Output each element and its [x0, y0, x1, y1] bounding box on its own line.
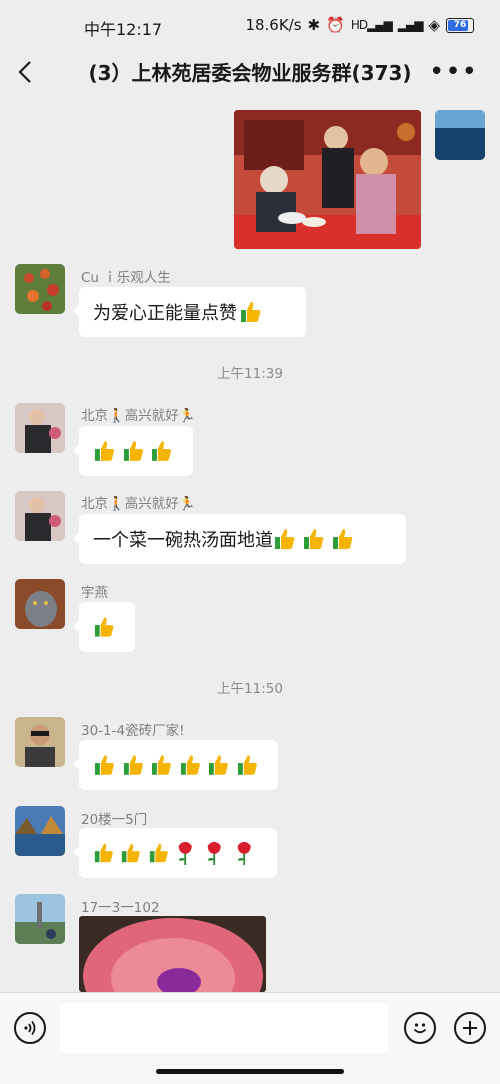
- message-bubble[interactable]: [73, 828, 277, 878]
- thumbs-up-icon: [123, 441, 143, 461]
- avatar[interactable]: [15, 717, 65, 767]
- timestamp: 上午11:50: [217, 681, 283, 697]
- chat-title: (3）上林苑居委会物业服务群(373): [88, 61, 412, 85]
- thumbs-up-icon: [333, 529, 353, 549]
- thumbs-up-icon: [94, 755, 114, 775]
- net-speed: 18.6K/s: [245, 16, 302, 34]
- emoji-button[interactable]: [404, 1012, 436, 1044]
- message-input[interactable]: [60, 1003, 388, 1053]
- message-text: 一个菜一碗热汤面地道: [93, 530, 273, 551]
- thumbs-up-icon: [304, 529, 324, 549]
- thumbs-up-icon: [122, 843, 141, 863]
- plus-icon: [463, 1021, 477, 1035]
- thumbs-up-icon: [208, 755, 228, 775]
- emoji-icon: [413, 1023, 427, 1034]
- avatar[interactable]: [15, 894, 65, 944]
- sender-name: 30-1-4瓷砖厂家!: [81, 723, 185, 739]
- signal-icon-2: ▂▄▆: [397, 18, 424, 32]
- battery-icon: 76: [446, 17, 474, 33]
- status-icons: 18.6K/s ✱ ⏰ HD▂▄▆ ▂▄▆ ◈ 76: [245, 16, 474, 34]
- thumbs-up-icon: [241, 302, 261, 322]
- rose-icon: [207, 841, 221, 866]
- thumbs-up-icon: [152, 441, 172, 461]
- thumbs-up-icon: [149, 843, 168, 863]
- message-text: 为爱心正能量点赞: [93, 303, 237, 324]
- sender-name: 20楼一5门: [81, 812, 148, 828]
- thumbs-up-icon: [275, 529, 295, 549]
- image-message-flower[interactable]: [79, 916, 266, 992]
- wifi-icon: ◈: [428, 16, 440, 34]
- avatar[interactable]: [15, 579, 65, 629]
- more-icon: •••: [428, 57, 478, 87]
- thumbs-up-icon: [180, 755, 200, 775]
- voice-button[interactable]: [14, 1012, 46, 1044]
- image-message-photo[interactable]: [234, 110, 421, 249]
- message-bubble[interactable]: [73, 426, 193, 476]
- thumbs-up-icon: [94, 843, 113, 863]
- status-time: 中午12:17: [84, 20, 163, 39]
- timestamp: 上午11:39: [217, 366, 283, 382]
- message-bubble[interactable]: 一个菜一碗热汤面地道: [73, 514, 406, 564]
- sender-name: 北京🚶高兴就好🏃: [81, 408, 196, 424]
- avatar[interactable]: [15, 264, 65, 314]
- message-bubble[interactable]: 为爱心正能量点赞: [73, 287, 306, 337]
- bluetooth-icon: ✱: [307, 16, 321, 34]
- alarm-icon: ⏰: [326, 16, 345, 34]
- thumbs-up-icon: [123, 755, 143, 775]
- avatar[interactable]: [15, 403, 65, 453]
- voice-icon: [24, 1020, 36, 1036]
- rose-icon: [178, 841, 192, 866]
- thumbs-up-icon: [94, 441, 115, 461]
- message-bubble[interactable]: [73, 740, 278, 790]
- sender-name: Cu ｉ乐观人生: [81, 270, 171, 286]
- self-avatar[interactable]: [435, 110, 485, 160]
- sender-name: 宇燕: [81, 585, 108, 601]
- thumbs-up-icon: [237, 755, 257, 775]
- home-indicator[interactable]: [156, 1069, 344, 1074]
- rose-icon: [237, 841, 251, 866]
- plus-button[interactable]: [454, 1012, 486, 1044]
- signal-icon: HD▂▄▆: [350, 18, 393, 32]
- sender-name: 北京🚶高兴就好🏃: [81, 496, 196, 512]
- more-button[interactable]: •••: [429, 56, 478, 88]
- sender-name: 17一3一102: [81, 900, 160, 916]
- avatar[interactable]: [15, 491, 65, 541]
- avatar[interactable]: [15, 806, 65, 856]
- message-bubble[interactable]: [73, 602, 135, 652]
- thumbs-up-icon: [151, 755, 171, 775]
- thumbs-up-icon: [94, 617, 114, 637]
